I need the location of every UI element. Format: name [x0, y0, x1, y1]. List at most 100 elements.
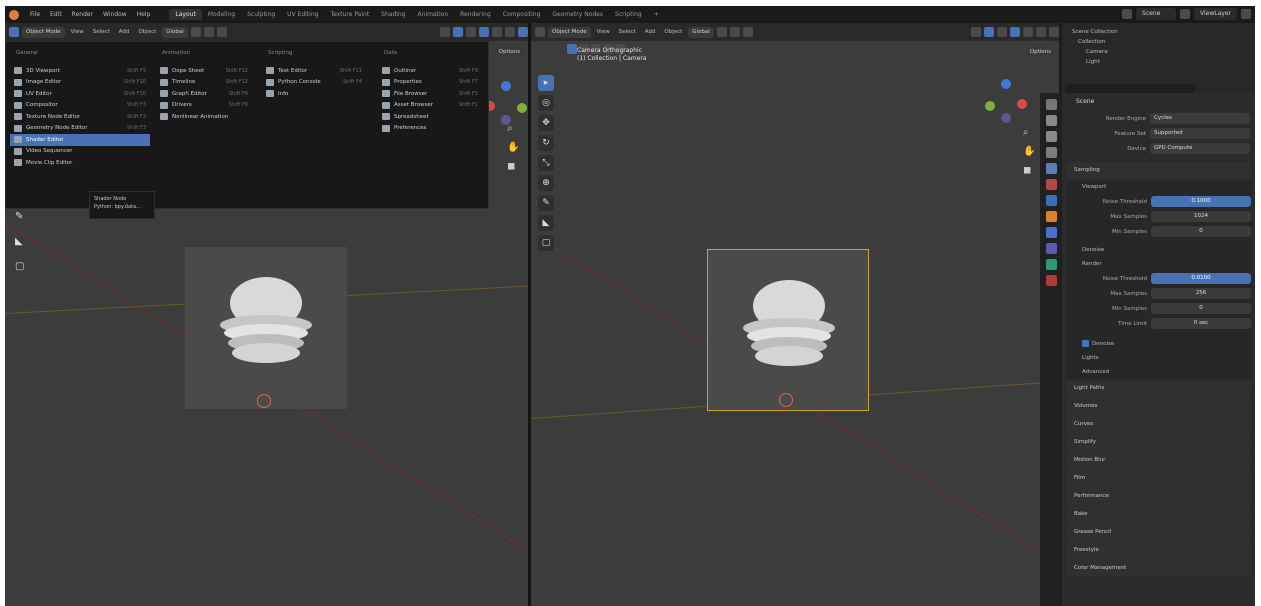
- subsection-viewport[interactable]: Viewport: [1066, 180, 1251, 194]
- add-cube-tool-icon[interactable]: ▢: [15, 261, 24, 272]
- menu-item-file-browser[interactable]: File Browser Shift F1: [378, 88, 482, 100]
- proportional-icon[interactable]: [216, 27, 227, 37]
- modifier-tab-icon[interactable]: [1045, 227, 1057, 238]
- camera-view-icon[interactable]: ◼: [507, 161, 519, 172]
- annotate-tool-icon[interactable]: ✎: [538, 195, 554, 211]
- proportional-icon[interactable]: [742, 27, 753, 37]
- navigation-gizmo[interactable]: [983, 79, 1029, 125]
- gizmo-toggle-icon[interactable]: [453, 27, 463, 37]
- visibility-icon[interactable]: [440, 27, 450, 37]
- section-volumes[interactable]: Volumes: [1066, 398, 1251, 415]
- camera-view-icon[interactable]: ◼: [1023, 165, 1035, 176]
- menu-item-3d-viewport[interactable]: 3D Viewport Shift F5: [10, 65, 150, 77]
- menu-item-texture-node-editor[interactable]: Texture Node Editor Shift F3: [10, 111, 150, 123]
- xray-icon[interactable]: [1010, 27, 1020, 37]
- blender-logo-icon[interactable]: [9, 9, 19, 20]
- gizmo-toggle-icon[interactable]: [984, 27, 994, 37]
- 3d-cursor-icon[interactable]: [779, 393, 793, 407]
- menu-item-nonlinear-animation[interactable]: Nonlinear Animation: [156, 111, 252, 123]
- shading-solid-icon[interactable]: [492, 27, 502, 37]
- pan-icon[interactable]: ✋: [507, 142, 519, 153]
- subsection-lights[interactable]: Lights: [1066, 351, 1251, 365]
- constraints-tab-icon[interactable]: [1045, 259, 1057, 270]
- tab-compositing[interactable]: Compositing: [497, 9, 547, 20]
- world-tab-icon[interactable]: [1045, 179, 1057, 190]
- tab-shading[interactable]: Shading: [375, 9, 411, 20]
- render-noise-threshold-field[interactable]: 0.0100: [1151, 273, 1251, 284]
- material-tab-icon[interactable]: [1045, 275, 1057, 286]
- navigation-gizmo[interactable]: [483, 81, 528, 127]
- menu-add[interactable]: Add: [116, 29, 133, 35]
- burger-model[interactable]: [736, 278, 842, 374]
- tool-tab-icon[interactable]: [1045, 99, 1057, 110]
- snap-icon[interactable]: [203, 27, 214, 37]
- transform-orientation[interactable]: Global: [162, 26, 188, 38]
- camera-frame[interactable]: [707, 249, 869, 411]
- subsection-render[interactable]: Render: [1066, 257, 1251, 271]
- tab-scripting[interactable]: Scripting: [609, 9, 648, 20]
- pan-icon[interactable]: ✋: [1023, 146, 1035, 157]
- menu-item-asset-browser[interactable]: Asset Browser Shift F1: [378, 100, 482, 112]
- section-motion-blur[interactable]: Motion Blur: [1066, 452, 1251, 469]
- snap-icon[interactable]: [729, 27, 740, 37]
- menu-view[interactable]: View: [68, 29, 87, 35]
- outliner-row-collection[interactable]: Collection: [1062, 37, 1255, 47]
- tab-sculpting[interactable]: Sculpting: [241, 9, 281, 20]
- menu-item-preferences[interactable]: Preferences: [378, 123, 482, 135]
- section-grease-pencil[interactable]: Grease Pencil: [1066, 524, 1251, 541]
- menu-object[interactable]: Object: [661, 29, 685, 35]
- tab-layout[interactable]: Layout: [169, 9, 202, 20]
- shading-material-icon[interactable]: [505, 27, 515, 37]
- viewport-max-samples-field[interactable]: 1024: [1151, 211, 1251, 222]
- section-color-management[interactable]: Color Management: [1066, 560, 1251, 577]
- cursor-tool-icon[interactable]: ◎: [538, 95, 554, 111]
- measure-tool-icon[interactable]: ◣: [538, 215, 554, 231]
- select-tool-icon[interactable]: ▸: [538, 75, 554, 91]
- gizmo-z-icon[interactable]: [501, 81, 511, 91]
- burger-model[interactable]: [213, 275, 319, 371]
- editor-type-icon[interactable]: [535, 27, 545, 37]
- overlay-icon[interactable]: [997, 27, 1007, 37]
- collection-tab-icon[interactable]: [1045, 195, 1057, 206]
- menu-render[interactable]: Render: [67, 11, 98, 18]
- menu-view[interactable]: View: [594, 29, 613, 35]
- zoom-icon[interactable]: ⌕: [1023, 127, 1035, 138]
- render-tab-icon[interactable]: [1045, 115, 1057, 126]
- annotate-tool-icon[interactable]: ✎: [15, 211, 24, 222]
- add-cube-tool-icon[interactable]: ▢: [538, 235, 554, 251]
- transform-tool-icon[interactable]: ⊕: [538, 175, 554, 191]
- output-tab-icon[interactable]: [1045, 131, 1057, 142]
- section-freestyle[interactable]: Freestyle: [1066, 542, 1251, 559]
- render-min-samples-field[interactable]: 0: [1151, 303, 1251, 314]
- render-max-samples-field[interactable]: 256: [1151, 288, 1251, 299]
- menu-window[interactable]: Window: [98, 11, 132, 18]
- move-tool-icon[interactable]: ✥: [538, 115, 554, 131]
- menu-item-graph-editor[interactable]: Graph Editor Shift F6: [156, 88, 252, 100]
- menu-item-dope-sheet[interactable]: Dope Sheet Shift F12: [156, 65, 252, 77]
- object-tab-icon[interactable]: [1045, 211, 1057, 222]
- menu-item-spreadsheet[interactable]: Spreadsheet: [378, 111, 482, 123]
- menu-item-shader-editor[interactable]: Shader Editor: [10, 134, 150, 146]
- overlay-icon[interactable]: [466, 27, 476, 37]
- tab-animation[interactable]: Animation: [412, 9, 455, 20]
- menu-item-properties[interactable]: Properties Shift F7: [378, 77, 482, 89]
- render-engine-select[interactable]: Cycles: [1150, 113, 1250, 124]
- camera-frame[interactable]: [185, 247, 347, 409]
- menu-edit[interactable]: Edit: [45, 11, 67, 18]
- outliner-row-camera[interactable]: Camera: [1062, 47, 1255, 57]
- section-sampling[interactable]: Sampling: [1066, 162, 1251, 179]
- viewport-left[interactable]: Object Mode View Select Add Object Globa…: [5, 23, 528, 606]
- device-select[interactable]: GPU Compute: [1150, 143, 1250, 154]
- editor-type-icon[interactable]: [9, 27, 19, 37]
- menu-help[interactable]: Help: [132, 11, 156, 18]
- add-workspace-button[interactable]: +: [648, 9, 665, 20]
- scale-tool-icon[interactable]: ⤡: [538, 155, 554, 171]
- visibility-icon[interactable]: [971, 27, 981, 37]
- xray-icon[interactable]: [479, 27, 489, 37]
- menu-item-info[interactable]: Info: [262, 88, 366, 100]
- options-button-right[interactable]: Options: [1025, 47, 1055, 58]
- tab-modeling[interactable]: Modeling: [202, 9, 241, 20]
- viewport-min-samples-field[interactable]: 0: [1151, 226, 1251, 237]
- mode-selector[interactable]: Object Mode: [548, 26, 591, 38]
- shading-rendered-icon[interactable]: [1049, 27, 1059, 37]
